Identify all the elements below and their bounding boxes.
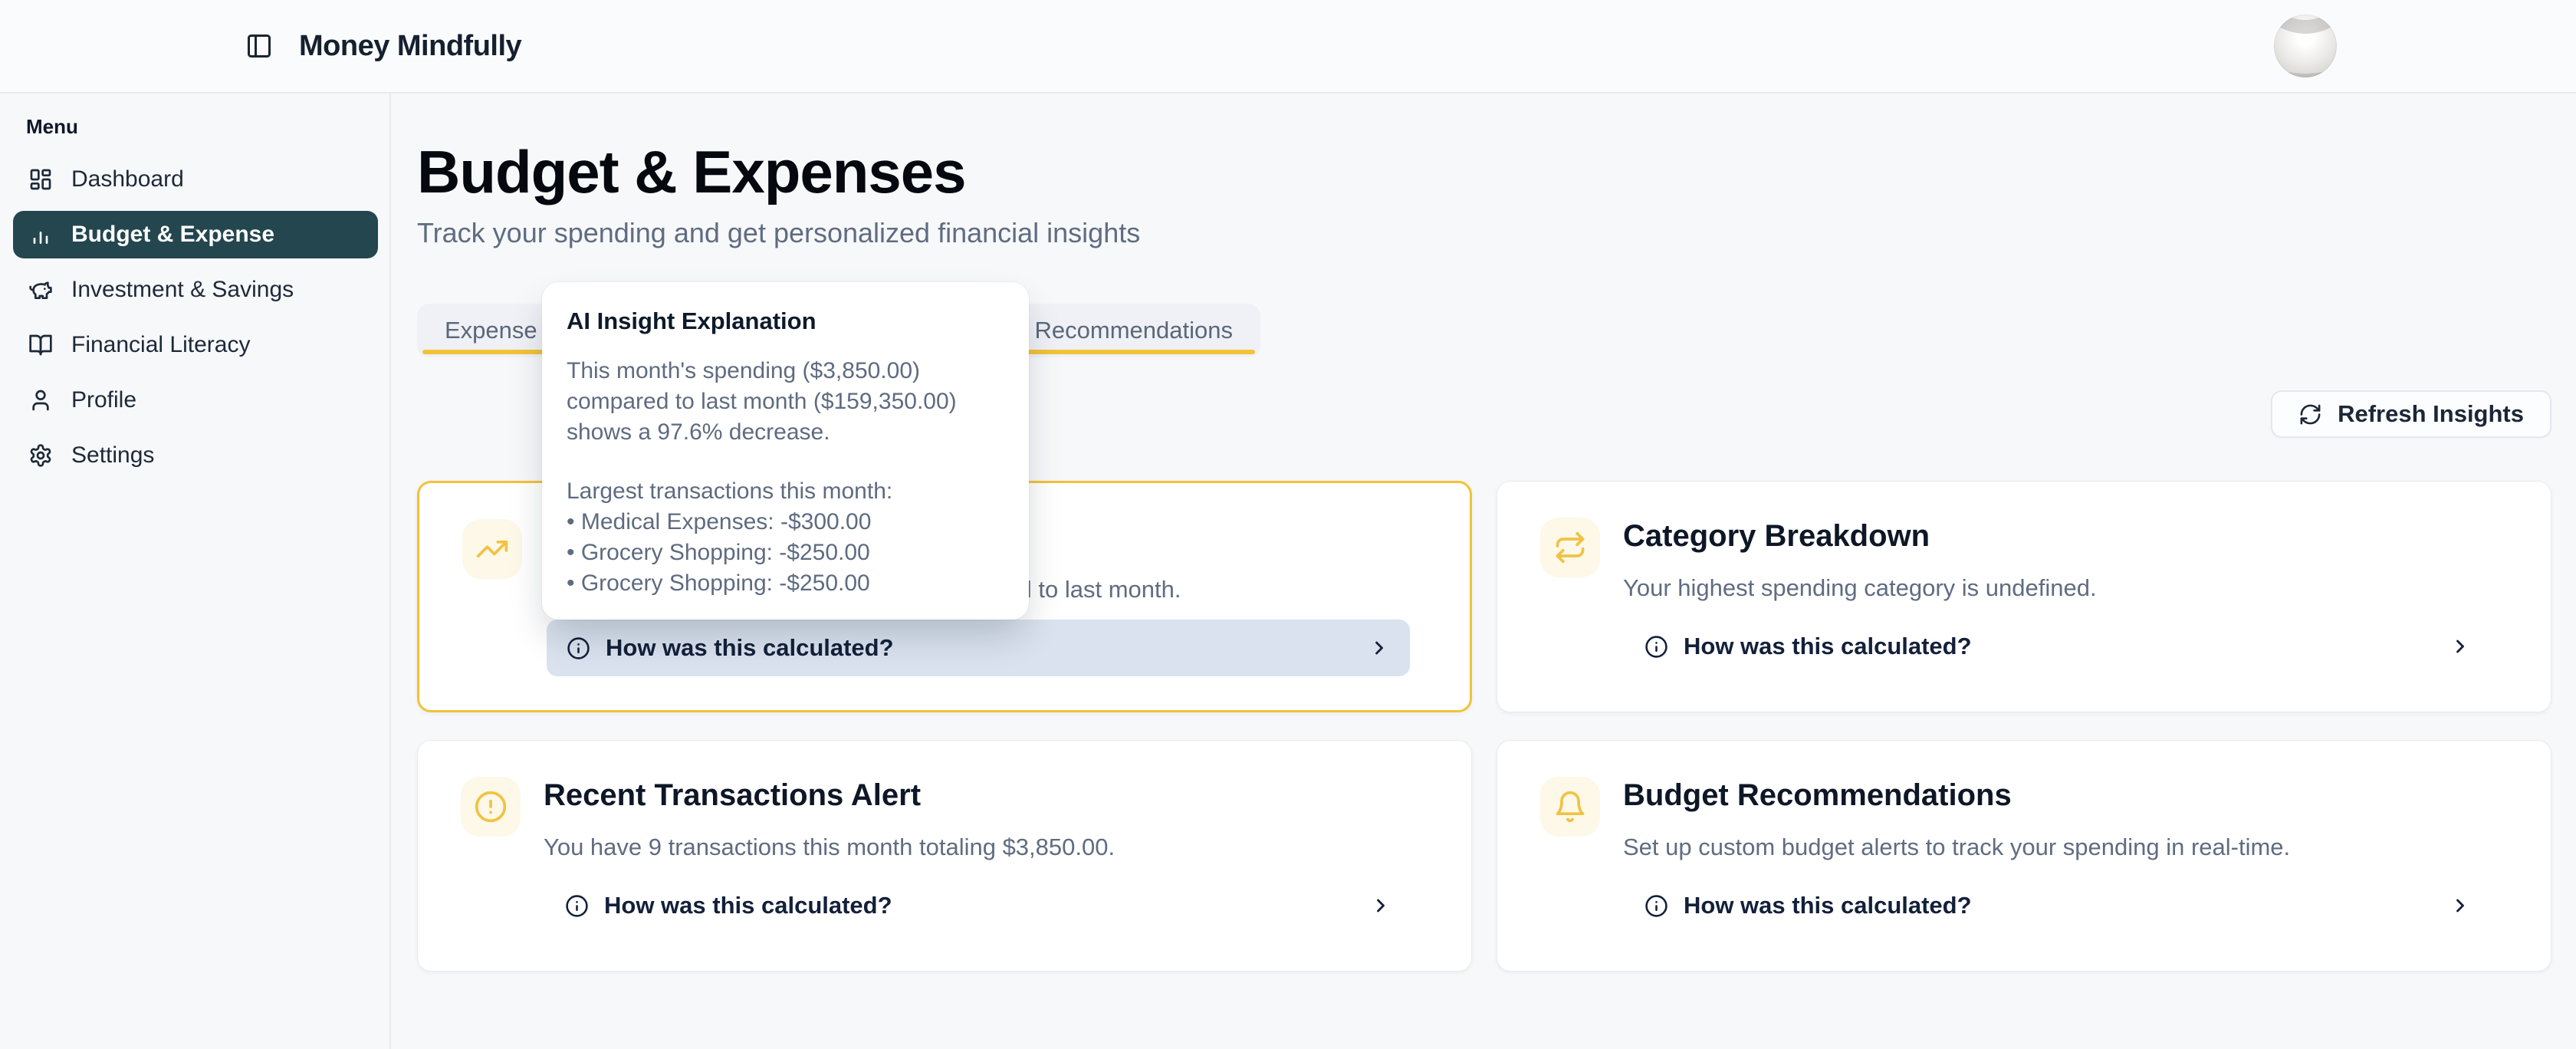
piggy-bank-icon	[28, 278, 53, 302]
sidebar-item-financial-literacy[interactable]: Financial Literacy	[13, 321, 378, 369]
popover-paragraph: This month's spending ($3,850.00) compar…	[567, 356, 1006, 448]
how-calculated-row[interactable]: How was this calculated?	[545, 877, 1411, 934]
repeat-icon	[1540, 518, 1600, 577]
dashboard-icon	[28, 167, 53, 192]
sidebar-item-label: Settings	[71, 442, 154, 469]
refresh-insights-button[interactable]: Refresh Insights	[2271, 390, 2551, 438]
page-subtitle: Track your spending and get personalized…	[417, 219, 2551, 248]
sidebar-item-label: Dashboard	[71, 166, 184, 192]
card-budget-recommendations: Budget Recommendations Set up custom bud…	[1497, 740, 2551, 972]
popover-list-item: • Grocery Shopping: -$250.00	[567, 568, 1006, 599]
how-calculated-row[interactable]: How was this calculated?	[1625, 618, 2491, 675]
refresh-icon	[2298, 403, 2322, 426]
chevron-right-icon	[2450, 636, 2471, 657]
page-title: Budget & Expenses	[417, 138, 2551, 206]
top-header: Money Mindfully	[0, 0, 2576, 94]
refresh-insights-label: Refresh Insights	[2338, 400, 2524, 428]
sidebar: Menu Dashboard Budget & Expense Investme…	[0, 94, 391, 1049]
card-description: Set up custom budget alerts to track you…	[1623, 832, 2290, 863]
sidebar-item-label: Financial Literacy	[71, 332, 250, 358]
user-avatar[interactable]	[2274, 15, 2337, 77]
how-calculated-label: How was this calculated?	[1684, 892, 1972, 919]
user-icon	[28, 388, 53, 413]
how-calculated-row[interactable]: How was this calculated?	[1625, 877, 2491, 934]
chevron-right-icon	[1368, 637, 1390, 659]
bar-chart-icon	[28, 222, 53, 247]
popover-list-item: • Medical Expenses: -$300.00	[567, 507, 1006, 538]
chevron-right-icon	[1370, 895, 1392, 916]
sidebar-item-label: Profile	[71, 387, 136, 413]
trending-up-icon	[462, 519, 522, 579]
chevron-right-icon	[2450, 895, 2471, 916]
card-description: You have 9 transactions this month total…	[544, 832, 1115, 863]
how-calculated-row[interactable]: How was this calculated?	[547, 620, 1410, 676]
info-icon	[567, 636, 590, 660]
bell-icon	[1540, 777, 1600, 837]
sidebar-section-label: Menu	[26, 115, 389, 139]
book-open-icon	[28, 333, 53, 357]
sidebar-item-label: Budget & Expense	[71, 222, 274, 248]
card-title: Category Breakdown	[1623, 519, 1930, 553]
popover-list-heading: Largest transactions this month:	[567, 476, 1006, 507]
card-description: Your highest spending category is undefi…	[1623, 573, 2097, 603]
card-category-breakdown: Category Breakdown Your highest spending…	[1497, 481, 2551, 712]
popover-body: This month's spending ($3,850.00) compar…	[567, 356, 1006, 599]
info-icon	[1644, 635, 1668, 659]
sidebar-item-label: Investment & Savings	[71, 277, 294, 303]
sidebar-item-profile[interactable]: Profile	[13, 377, 378, 424]
info-icon	[1644, 894, 1668, 918]
card-title: Recent Transactions Alert	[544, 778, 921, 812]
card-recent-transactions: Recent Transactions Alert You have 9 tra…	[417, 740, 1472, 972]
how-calculated-label: How was this calculated?	[606, 634, 894, 662]
how-calculated-label: How was this calculated?	[604, 892, 892, 919]
panel-left-icon	[245, 32, 273, 60]
sidebar-toggle-button[interactable]	[242, 29, 276, 63]
popover-title: AI Insight Explanation	[567, 307, 1006, 335]
app-title: Money Mindfully	[299, 30, 521, 63]
sidebar-item-settings[interactable]: Settings	[13, 432, 378, 479]
popover-list-item: • Grocery Shopping: -$250.00	[567, 538, 1006, 568]
alert-circle-icon	[461, 777, 521, 837]
ai-insight-popover: AI Insight Explanation This month's spen…	[542, 282, 1029, 620]
card-title: Budget Recommendations	[1623, 778, 2012, 812]
sidebar-item-investment-savings[interactable]: Investment & Savings	[13, 266, 378, 314]
how-calculated-label: How was this calculated?	[1684, 633, 1972, 660]
sidebar-item-dashboard[interactable]: Dashboard	[13, 156, 378, 203]
sidebar-item-budget-expense[interactable]: Budget & Expense	[13, 211, 378, 258]
gear-icon	[28, 443, 53, 468]
info-icon	[565, 894, 589, 918]
